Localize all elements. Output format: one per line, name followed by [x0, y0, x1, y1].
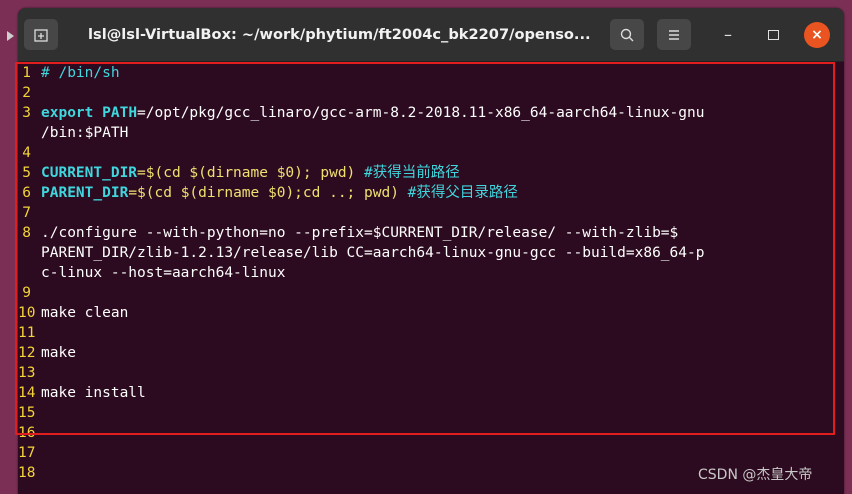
- code-line: 2: [18, 83, 31, 103]
- code-line: 12 make: [18, 343, 76, 363]
- terminal-window: lsl@lsl-VirtualBox: ~/work/phytium/ft200…: [18, 8, 844, 494]
- menu-button[interactable]: [657, 19, 691, 50]
- code-line: 15: [18, 403, 36, 423]
- code-line: 4: [18, 143, 31, 163]
- mouse-cursor: [7, 31, 14, 41]
- line-number: 2: [22, 85, 31, 101]
- search-button[interactable]: [610, 19, 644, 50]
- code-text: ./configure --with-python=no --prefix=$C…: [41, 225, 679, 241]
- line-number: 4: [22, 145, 31, 161]
- maximize-icon: [767, 30, 779, 40]
- code-line: 8 ./configure --with-python=no --prefix=…: [18, 223, 678, 243]
- line-number: 14: [18, 385, 36, 401]
- code-line: 14 make install: [18, 383, 146, 403]
- line-number: 3: [22, 105, 31, 121]
- code-line: 3 export PATH=/opt/pkg/gcc_linaro/gcc-ar…: [18, 103, 704, 123]
- code-value: =$(cd $(dirname $0); pwd): [137, 165, 356, 181]
- code-line: 1 # /bin/sh: [18, 63, 119, 83]
- search-icon: [620, 28, 634, 41]
- code-text: PARENT_DIR=$(cd $(dirname $0);cd ..; pwd…: [41, 183, 518, 203]
- maximize-button[interactable]: [763, 25, 783, 45]
- code-text: export PATH=/opt/pkg/gcc_linaro/gcc-arm-…: [41, 103, 704, 123]
- line-number: 16: [18, 425, 36, 441]
- new-tab-button[interactable]: [24, 19, 58, 50]
- code-text: make: [41, 345, 76, 361]
- code-line: 5 CURRENT_DIR=$(cd $(dirname $0); pwd) #…: [18, 163, 459, 183]
- line-number: 13: [18, 365, 36, 381]
- window-title: lsl@lsl-VirtualBox: ~/work/phytium/ft200…: [88, 26, 591, 43]
- variable: PARENT_DIR: [41, 185, 129, 201]
- hamburger-menu-icon: [669, 29, 679, 40]
- comment: #获得当前路径: [364, 165, 460, 181]
- line-number: 18: [18, 465, 36, 481]
- watermark: CSDN @杰皇大帝: [698, 467, 813, 483]
- line-number: 12: [18, 345, 36, 361]
- minimize-button[interactable]: –: [718, 25, 738, 45]
- line-number: 9: [22, 285, 31, 301]
- code-value: =/opt/pkg/gcc_linaro/gcc-arm-8.2-2018.11…: [137, 105, 705, 121]
- line-number: 7: [22, 205, 31, 221]
- code-line: 16: [18, 423, 36, 443]
- code-text: c-linux --host=aarch64-linux: [41, 265, 286, 281]
- code-line: 13: [18, 363, 36, 383]
- code-text: make clean: [41, 305, 129, 321]
- new-tab-icon: [34, 28, 48, 42]
- title-bar: lsl@lsl-VirtualBox: ~/work/phytium/ft200…: [18, 8, 844, 62]
- line-number: 5: [22, 165, 31, 181]
- code-text: CURRENT_DIR=$(cd $(dirname $0); pwd) #获得…: [41, 163, 460, 183]
- variable: CURRENT_DIR: [41, 165, 138, 181]
- line-number: 15: [18, 405, 36, 421]
- line-number: 6: [22, 185, 31, 201]
- editor-content[interactable]: 1 # /bin/sh 2 3 export PATH=/opt/pkg/gcc…: [18, 62, 844, 494]
- line-number: 10: [18, 305, 36, 321]
- line-number: 11: [18, 325, 36, 341]
- line-number: 1: [22, 65, 31, 81]
- comment: #获得父目录路径: [407, 185, 518, 201]
- code-line: 10 make clean: [18, 303, 128, 323]
- code-text: make install: [41, 385, 146, 401]
- code-text: # /bin/sh: [41, 65, 120, 81]
- close-button[interactable]: ×: [804, 22, 830, 48]
- code-line: 7: [18, 203, 31, 223]
- code-line: 9: [18, 283, 31, 303]
- code-line: 11: [18, 323, 36, 343]
- code-line: 17: [18, 443, 36, 463]
- code-text: /bin:$PATH: [41, 125, 129, 141]
- line-number: 17: [18, 445, 36, 461]
- code-line: 6 PARENT_DIR=$(cd $(dirname $0);cd ..; p…: [18, 183, 518, 203]
- keyword: export: [41, 105, 94, 121]
- code-line: 18: [18, 463, 36, 483]
- code-value: =$(cd $(dirname $0);cd ..; pwd): [128, 185, 399, 201]
- variable: PATH: [102, 105, 138, 121]
- line-number: 8: [22, 225, 31, 241]
- code-text: PARENT_DIR/zlib-1.2.13/release/lib CC=aa…: [41, 245, 705, 261]
